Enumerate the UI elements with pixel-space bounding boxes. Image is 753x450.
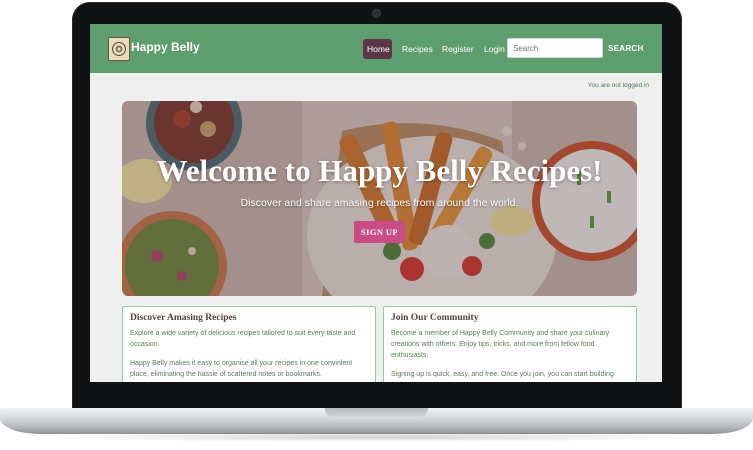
- login-status: You are not logged in: [587, 82, 649, 89]
- community-card-text-2: Signing up is quick, easy, and free. Onc…: [391, 371, 614, 378]
- nav-register[interactable]: Register: [438, 39, 478, 59]
- navbar: Happy Belly Home Recipes Register Login …: [90, 24, 662, 73]
- hero-subtitle: Discover and share amasing recipes from …: [240, 197, 519, 209]
- nav-home[interactable]: Home: [363, 39, 392, 59]
- brand-name[interactable]: Happy Belly: [131, 40, 200, 54]
- nav-login[interactable]: Login: [480, 39, 509, 59]
- community-card: Join Our Community Become a member of Ha…: [383, 306, 637, 382]
- hero-title: Welcome to Happy Belly Recipes!: [156, 153, 603, 188]
- community-card-title: Join Our Community: [391, 313, 479, 323]
- hero-banner: Welcome to Happy Belly Recipes! Discover…: [122, 101, 637, 296]
- search-input[interactable]: [507, 38, 603, 58]
- search-button[interactable]: SEARCH: [608, 39, 644, 59]
- nav-recipes[interactable]: Recipes: [398, 39, 437, 59]
- laptop-shadow: [30, 432, 723, 442]
- signup-button[interactable]: SIGN UP: [354, 221, 405, 243]
- discover-card: Discover Amasing Recipes Explore a wide …: [122, 306, 376, 382]
- brand-logo-icon[interactable]: [108, 37, 130, 61]
- community-card-text-1: Become a member of Happy Belly Community…: [391, 330, 610, 359]
- discover-card-text-2: Happy Belly makes it easy to organise al…: [130, 360, 353, 378]
- discover-card-text-1: Explore a wide variety of delicious reci…: [130, 330, 356, 348]
- webcam-dot: [373, 10, 380, 17]
- discover-card-title: Discover Amasing Recipes: [130, 313, 237, 323]
- laptop-notch: [325, 408, 428, 417]
- laptop-screen: Happy Belly Home Recipes Register Login …: [90, 24, 662, 382]
